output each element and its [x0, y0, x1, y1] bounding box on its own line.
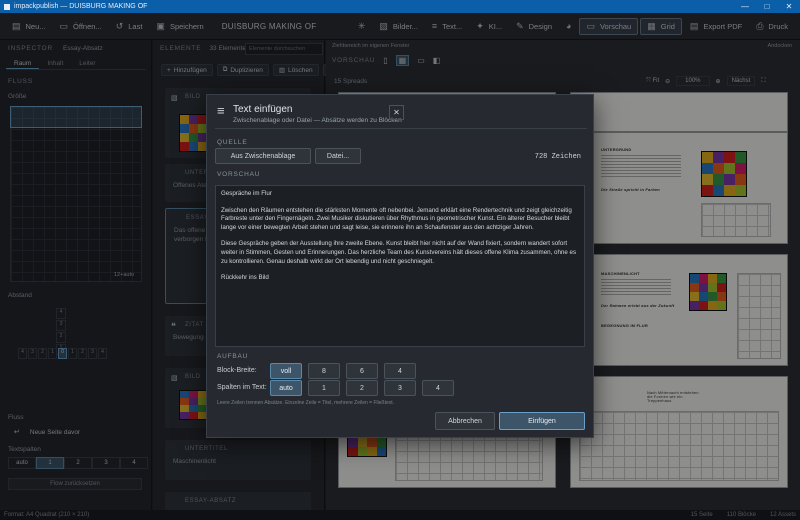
minimize-button[interactable]: —: [734, 2, 756, 11]
block-width-label: Block-Breite:: [217, 367, 257, 374]
columns-3[interactable]: 3: [384, 380, 416, 396]
dialog-hint: Leere Zeilen trennen Absätze. Einzelne Z…: [217, 400, 395, 406]
app-icon: [4, 3, 10, 10]
columns-1[interactable]: 1: [308, 380, 340, 396]
columns-2[interactable]: 2: [346, 380, 378, 396]
source-header: QUELLE: [217, 139, 248, 146]
close-icon: ✕: [393, 108, 400, 117]
insert-text-dialog: ≡ Text einfügen Zwischenablage oder Date…: [206, 94, 594, 438]
text-lines-icon: ≡: [217, 103, 225, 118]
block-width-4[interactable]: 4: [384, 363, 416, 379]
insert-button[interactable]: Einfügen: [499, 412, 585, 430]
preview-closing: Rückkehr ins Bild: [221, 274, 269, 282]
window-titlebar: impackpublish — DUISBURG MAKING OF — □ ✕: [0, 0, 800, 13]
block-width-full[interactable]: voll: [270, 363, 302, 379]
preview-paragraph-2: Diese Gespräche geben der Ausstellung ih…: [221, 240, 577, 265]
from-file-button[interactable]: Datei...: [315, 148, 361, 164]
char-count: 728 Zeichen: [534, 153, 581, 161]
columns-4[interactable]: 4: [422, 380, 454, 396]
preview-paragraph-1: Zwischen den Räumen entstehen die stärks…: [221, 206, 572, 231]
close-window-button[interactable]: ✕: [778, 2, 800, 11]
maximize-button[interactable]: □: [756, 2, 778, 11]
columns-label: Spalten im Text:: [217, 384, 267, 391]
block-width-8[interactable]: 8: [308, 363, 340, 379]
dialog-close-button[interactable]: ✕: [389, 105, 404, 120]
preview-heading: Gespräche im Flur: [221, 190, 272, 197]
dialog-subtitle: Zwischenablage oder Datei — Absätze werd…: [233, 117, 402, 124]
cancel-button[interactable]: Abbrechen: [435, 412, 495, 430]
dialog-title: Text einfügen: [233, 104, 293, 115]
text-preview-area[interactable]: Gespräche im Flur Zwischen den Räumen en…: [215, 185, 585, 347]
preview-header: VORSCHAU: [217, 171, 261, 178]
block-width-6[interactable]: 6: [346, 363, 378, 379]
window-title: impackpublish — DUISBURG MAKING OF: [14, 3, 148, 10]
from-clipboard-button[interactable]: Aus Zwischenablage: [215, 148, 311, 164]
layout-header: AUFBAU: [217, 353, 249, 360]
columns-auto[interactable]: auto: [270, 380, 302, 396]
